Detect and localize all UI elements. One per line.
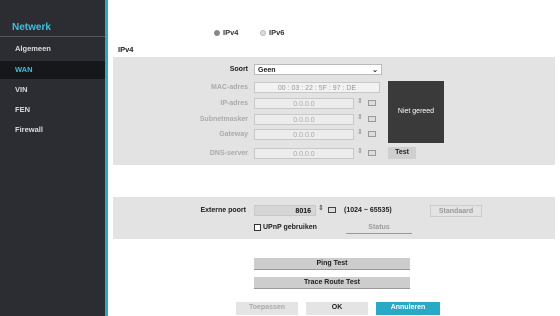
sidebar-item-fen[interactable]: FEN xyxy=(0,101,105,119)
sidebar-item-algemeen[interactable]: Algemeen xyxy=(0,40,105,58)
keyboard-icon[interactable] xyxy=(368,150,376,156)
status-button[interactable]: Status xyxy=(346,222,412,234)
sidebar-item-vin[interactable]: VIN xyxy=(0,81,105,99)
ip-label: IP-adres xyxy=(220,100,248,107)
dns-label: DNS-server xyxy=(209,150,248,157)
spin-icon[interactable]: ⇕ xyxy=(357,97,363,105)
sidebar-item-wan[interactable]: WAN xyxy=(0,61,105,79)
keyboard-icon[interactable] xyxy=(368,116,376,122)
ping-test-button[interactable]: Ping Test xyxy=(254,258,410,270)
checkbox-icon xyxy=(254,224,261,231)
radio-ipv6-label: IPv6 xyxy=(269,28,285,37)
spin-icon[interactable]: ⇕ xyxy=(357,113,363,121)
upnp-label: UPnP gebruiken xyxy=(263,224,317,231)
keyboard-icon[interactable] xyxy=(328,207,336,213)
spin-icon[interactable]: ⇕ xyxy=(357,128,363,136)
spin-icon[interactable]: ⇕ xyxy=(318,204,324,212)
spin-icon[interactable]: ⇕ xyxy=(357,147,363,155)
gateway-field[interactable]: 0.0.0.0 xyxy=(254,129,354,140)
sidebar: Netwerk Algemeen WAN VIN FEN Firewall xyxy=(0,0,108,316)
ip-field[interactable]: 0.0.0.0 xyxy=(254,98,354,109)
subnet-field[interactable]: 0.0.0.0 xyxy=(254,114,354,125)
soort-value: Geen xyxy=(258,67,276,74)
mac-field: 00 : 03 : 22 : 5F : 97 : DE xyxy=(254,82,380,93)
subnet-label: Subnetmasker xyxy=(199,116,248,123)
radio-ipv4-label: IPv4 xyxy=(223,28,239,37)
soort-label: Soort xyxy=(229,66,248,73)
port-label: Externe poort xyxy=(200,207,246,214)
sidebar-item-firewall[interactable]: Firewall xyxy=(0,121,105,139)
default-button[interactable]: Standaard xyxy=(430,205,482,217)
sidebar-title: Netwerk xyxy=(12,22,51,33)
gateway-label: Gateway xyxy=(219,131,248,138)
chevron-down-icon: ⌄ xyxy=(372,67,378,74)
keyboard-icon[interactable] xyxy=(368,100,376,106)
radio-ipv4[interactable]: IPv4 xyxy=(214,28,238,37)
radio-ipv6[interactable]: IPv6 xyxy=(260,28,284,37)
status-indicator: Niet gereed xyxy=(388,81,444,143)
port-field[interactable]: 8016 xyxy=(254,205,316,216)
trace-route-button[interactable]: Trace Route Test xyxy=(254,277,410,289)
radio-selected-icon xyxy=(214,29,220,36)
soort-select[interactable]: Geen ⌄ xyxy=(254,64,382,75)
section-title: IPv4 xyxy=(118,45,134,54)
network-settings-window: Netwerk Algemeen WAN VIN FEN Firewall IP… xyxy=(0,0,560,316)
dns-field[interactable]: 0.0.0.0 xyxy=(254,148,354,159)
radio-unselected-icon xyxy=(260,29,266,36)
port-panel xyxy=(113,197,555,239)
sidebar-divider xyxy=(0,36,105,37)
keyboard-icon[interactable] xyxy=(368,131,376,137)
mac-label: MAC-adres xyxy=(211,84,248,91)
port-range: (1024 ~ 65535) xyxy=(344,207,392,214)
cancel-button[interactable]: Annuleren xyxy=(376,302,440,315)
apply-button[interactable]: Toepassen xyxy=(236,302,298,315)
ok-button[interactable]: OK xyxy=(306,302,368,315)
upnp-checkbox[interactable]: UPnP gebruiken xyxy=(254,224,317,231)
test-button[interactable]: Test xyxy=(388,147,416,159)
